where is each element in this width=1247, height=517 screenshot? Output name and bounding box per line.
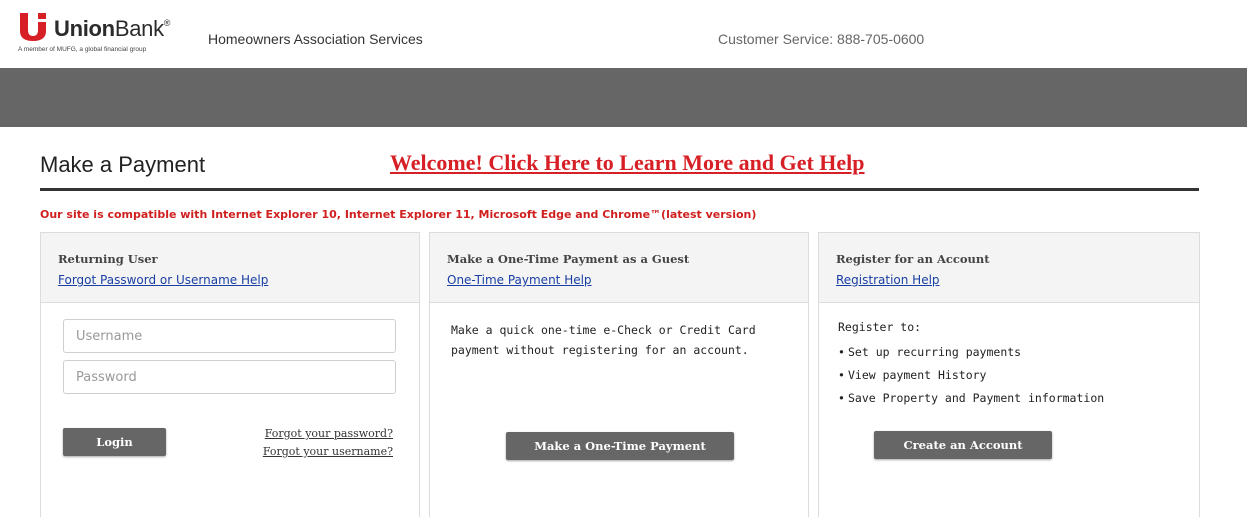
registration-help-link[interactable]: Registration Help xyxy=(836,273,940,287)
forgot-credentials-help-link[interactable]: Forgot Password or Username Help xyxy=(58,273,268,287)
site-header: UnionBank® A member of MUFG, a global fi… xyxy=(0,0,1247,68)
logo-word-bold: Union xyxy=(54,16,115,41)
returning-user-panel: Returning User Forgot Password or Userna… xyxy=(40,232,420,517)
bullet-icon: • xyxy=(838,345,845,359)
bullet-icon: • xyxy=(838,368,845,382)
bullet-icon: • xyxy=(838,391,845,405)
logo-word-regular: Bank xyxy=(114,16,164,41)
register-title: Register for an Account xyxy=(836,252,990,266)
forgot-password-link[interactable]: Forgot your password? xyxy=(265,427,393,440)
guest-payment-title: Make a One-Time Payment as a Guest xyxy=(447,252,690,266)
logo-wordmark: UnionBank® xyxy=(54,16,170,42)
create-account-button[interactable]: Create an Account xyxy=(874,431,1052,459)
returning-user-title: Returning User xyxy=(58,252,158,266)
list-item-label: View payment History xyxy=(848,368,987,382)
title-divider xyxy=(40,188,1199,191)
page-title: Make a Payment xyxy=(40,152,206,177)
list-item-label: Save Property and Payment information xyxy=(848,391,1105,405)
list-item: • Save Property and Payment information xyxy=(838,389,1104,412)
list-item: • View payment History xyxy=(838,366,1104,389)
guest-payment-header: Make a One-Time Payment as a Guest One-T… xyxy=(430,233,808,303)
header-band xyxy=(0,68,1247,127)
browser-compat-notice: Our site is compatible with Internet Exp… xyxy=(40,208,757,221)
service-name: Homeowners Association Services xyxy=(208,31,423,47)
logo-registered-mark: ® xyxy=(163,18,171,28)
one-time-payment-help-link[interactable]: One-Time Payment Help xyxy=(447,273,592,287)
customer-service-phone: Customer Service: 888-705-0600 xyxy=(718,31,925,47)
password-input[interactable] xyxy=(63,360,396,394)
register-panel: Register for an Account Registration Hel… xyxy=(818,232,1200,517)
one-time-payment-button[interactable]: Make a One-Time Payment xyxy=(506,432,734,460)
unionbank-u-logo-icon xyxy=(20,13,46,41)
register-header: Register for an Account Registration Hel… xyxy=(819,233,1199,303)
logo-tagline: A member of MUFG, a global financial gro… xyxy=(18,46,147,53)
unionbank-logo[interactable]: UnionBank® A member of MUFG, a global fi… xyxy=(18,12,193,58)
list-item: • Set up recurring payments xyxy=(838,343,1104,366)
register-benefits-list: • Set up recurring payments • View payment… xyxy=(838,343,1104,412)
username-input[interactable] xyxy=(63,319,396,353)
guest-payment-panel: Make a One-Time Payment as a Guest One-T… xyxy=(429,232,809,517)
register-intro: Register to: xyxy=(838,320,922,334)
list-item-label: Set up recurring payments xyxy=(848,345,1022,359)
returning-user-header: Returning User Forgot Password or Userna… xyxy=(41,233,419,303)
forgot-username-link[interactable]: Forgot your username? xyxy=(263,445,393,458)
guest-payment-description: Make a quick one-time e-Check or Credit … xyxy=(451,323,756,357)
login-button[interactable]: Login xyxy=(63,428,166,456)
welcome-help-link[interactable]: Welcome! Click Here to Learn More and Ge… xyxy=(390,150,865,176)
